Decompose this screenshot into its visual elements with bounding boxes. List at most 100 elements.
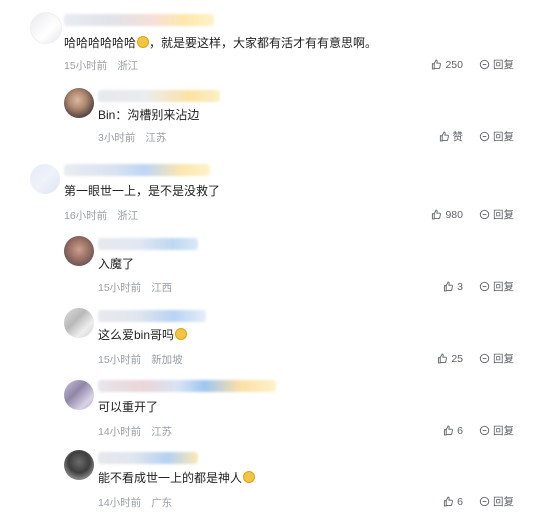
reply-item: 可以重开了 14小时前 江苏 6 回复	[0, 374, 550, 444]
reply-label: 回复	[493, 425, 514, 437]
username-blurred[interactable]	[64, 164, 210, 176]
thumbs-up-icon	[439, 131, 449, 142]
comment-text: 可以重开了	[98, 400, 159, 414]
comment-location: 江苏	[145, 132, 167, 144]
smile-emoji-icon	[243, 471, 256, 483]
smile-emoji-icon	[175, 328, 188, 340]
like-count: 250	[445, 58, 463, 71]
avatar[interactable]	[64, 450, 94, 480]
reply-bubble-icon	[479, 131, 490, 142]
reply-label: 回复	[493, 353, 514, 365]
like-button[interactable]: 980	[431, 209, 463, 221]
like-button[interactable]: 6	[443, 425, 463, 437]
comment-meta: 14小时前 广东	[98, 495, 172, 510]
comment-location: 浙江	[117, 210, 139, 222]
avatar[interactable]	[64, 380, 94, 410]
reply-label: 回复	[493, 496, 514, 508]
like-count: 6	[457, 495, 463, 508]
comment-text: 哈哈哈哈哈哈 ，就是要这样，大家都有活才有有意思啊。	[64, 36, 378, 50]
username-blurred[interactable]	[98, 238, 198, 250]
like-count: 980	[445, 208, 463, 221]
thumbs-up-icon	[444, 425, 454, 436]
comment-meta: 16小时前 浙江	[64, 208, 138, 223]
comment-actions: 250 回复	[431, 57, 514, 72]
reply-button[interactable]: 回复	[479, 279, 514, 294]
username-blurred[interactable]	[98, 310, 206, 322]
like-button[interactable]: 3	[443, 281, 463, 293]
reply-button[interactable]: 回复	[479, 494, 514, 509]
comment-text: 这么爱bin哥吗	[98, 328, 188, 342]
comment-meta: 3小时前 江苏	[98, 130, 166, 145]
like-button[interactable]: 赞	[439, 129, 464, 144]
username-blurred[interactable]	[98, 452, 198, 464]
like-count: 3	[457, 280, 463, 293]
comment-actions: 赞 回复	[439, 129, 514, 144]
reply-label: 回复	[493, 59, 514, 71]
comment-location: 江西	[151, 282, 173, 294]
like-button[interactable]: 6	[443, 496, 463, 508]
comment-time: 14小时前	[98, 497, 142, 509]
thumbs-up-icon	[444, 496, 454, 507]
reply-bubble-icon	[479, 59, 490, 70]
username-blurred[interactable]	[98, 90, 220, 102]
comment-actions: 980 回复	[431, 207, 514, 222]
thumbs-up-icon	[444, 281, 454, 292]
comment-time: 15小时前	[64, 60, 108, 72]
reply-item: 这么爱bin哥吗 15小时前 新加坡 25 回复	[0, 302, 550, 372]
reply-button[interactable]: 回复	[479, 57, 514, 72]
comment-actions: 6 回复	[443, 423, 514, 438]
comment-actions: 3 回复	[443, 279, 514, 294]
comment-location: 新加坡	[151, 354, 183, 366]
thumbs-up-icon	[432, 59, 442, 70]
like-button[interactable]: 250	[431, 59, 463, 71]
comment-text: 第一眼世一上，是不是没救了	[64, 184, 221, 198]
reply-item: Bin：沟槽别来沾边 3小时前 江苏 赞 回复	[0, 78, 550, 148]
reply-item: 入魔了 15小时前 江西 3 回复	[0, 230, 550, 300]
smile-emoji-icon	[137, 36, 150, 48]
reply-bubble-icon	[479, 496, 490, 507]
comment-meta: 15小时前 新加坡	[98, 352, 183, 367]
comment-meta: 15小时前 浙江	[64, 58, 138, 73]
avatar[interactable]	[64, 308, 94, 338]
like-count: 6	[457, 424, 463, 437]
reply-bubble-icon	[479, 353, 490, 364]
comment-text: Bin：沟槽别来沾边	[98, 108, 200, 122]
like-button[interactable]: 25	[437, 353, 463, 365]
reply-button[interactable]: 回复	[479, 423, 514, 438]
thumbs-up-icon	[438, 353, 448, 364]
comment-location: 江苏	[151, 426, 173, 438]
comment-time: 16小时前	[64, 210, 108, 222]
comment-actions: 6 回复	[443, 494, 514, 509]
reply-label: 回复	[493, 131, 514, 143]
username-blurred[interactable]	[98, 380, 276, 392]
comment-location: 广东	[151, 497, 173, 509]
avatar[interactable]	[30, 12, 62, 44]
reply-button[interactable]: 回复	[479, 207, 514, 222]
reply-button[interactable]: 回复	[479, 129, 514, 144]
reply-bubble-icon	[479, 425, 490, 436]
comment-item: 哈哈哈哈哈哈 ，就是要这样，大家都有活才有有意思啊。 15小时前 浙江 250 回复	[0, 0, 550, 78]
reply-button[interactable]: 回复	[479, 351, 514, 366]
avatar[interactable]	[30, 164, 60, 194]
thumbs-up-icon	[432, 209, 442, 220]
reply-bubble-icon	[479, 281, 490, 292]
comment-time: 15小时前	[98, 354, 142, 366]
comment-time: 14小时前	[98, 426, 142, 438]
comment-time: 15小时前	[98, 282, 142, 294]
like-count: 25	[451, 352, 463, 365]
comment-actions: 25 回复	[437, 351, 514, 366]
reply-bubble-icon	[479, 209, 490, 220]
comment-meta: 15小时前 江西	[98, 280, 172, 295]
comment-meta: 14小时前 江苏	[98, 424, 172, 439]
avatar[interactable]	[64, 236, 94, 266]
comment-text: 入魔了	[98, 257, 135, 271]
comment-item: 第一眼世一上，是不是没救了 16小时前 浙江 980 回复	[0, 150, 550, 230]
like-label: 赞	[452, 131, 464, 143]
comment-time: 3小时前	[98, 132, 136, 144]
comment-location: 浙江	[117, 60, 139, 72]
reply-item: 能不看成世一上的都是神人 14小时前 广东 6 回复	[0, 446, 550, 513]
reply-label: 回复	[493, 209, 514, 221]
username-blurred[interactable]	[64, 14, 214, 26]
avatar[interactable]	[64, 88, 94, 118]
reply-label: 回复	[493, 281, 514, 293]
